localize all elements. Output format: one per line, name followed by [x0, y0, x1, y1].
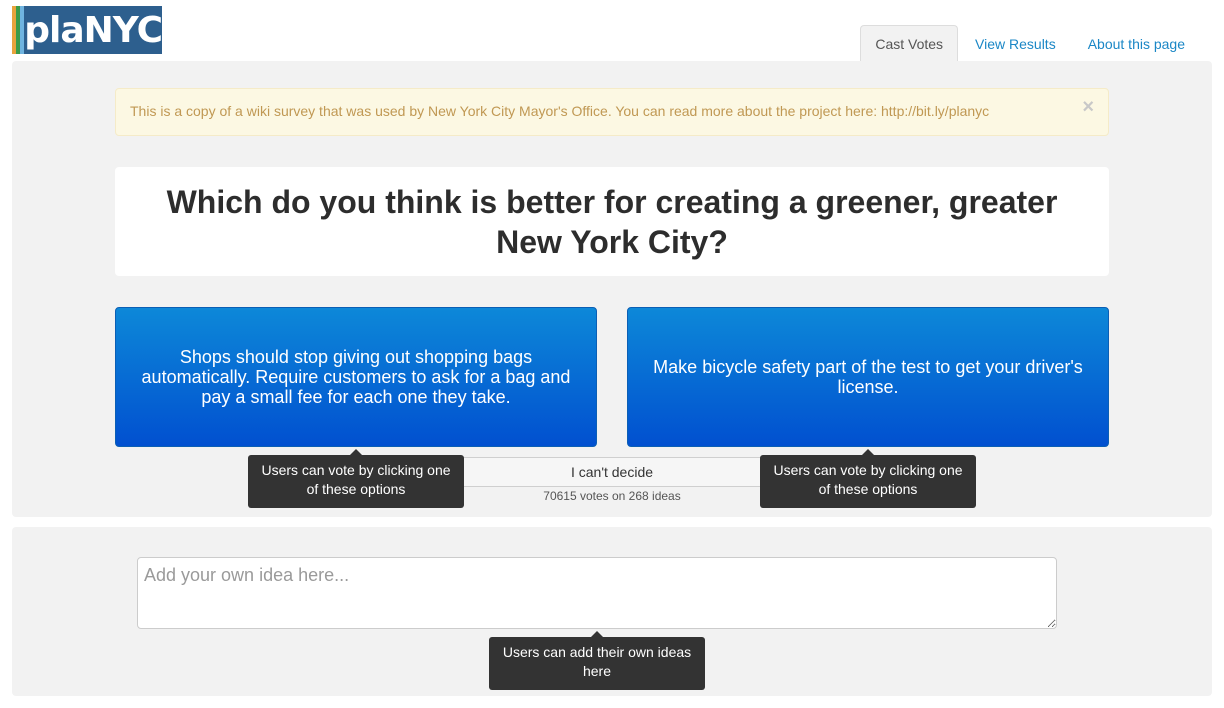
question-title: Which do you think is better for creatin… [166, 183, 1058, 260]
vote-tooltip-left: Users can vote by clicking one of these … [248, 449, 464, 508]
add-idea-panel: Users can add their own ideas here [12, 527, 1212, 696]
info-alert: This is a copy of a wiki survey that was… [115, 88, 1109, 136]
tab-view-results[interactable]: View Results [960, 25, 1071, 61]
logo-text-nyc: YC [112, 9, 162, 51]
cant-decide-button[interactable]: I can't decide [444, 457, 780, 487]
vote-tooltip-right: Users can vote by clicking one of these … [760, 449, 976, 508]
add-idea-tooltip: Users can add their own ideas here [489, 631, 705, 690]
question-box: Which do you think is better for creatin… [115, 167, 1109, 276]
logo-wordmark: plaN YC [24, 6, 162, 54]
nav-tabs: Cast Votes View Results About this page [858, 25, 1200, 61]
vote-stats: 70615 votes on 268 ideas [543, 489, 681, 503]
tab-cast-votes[interactable]: Cast Votes [860, 25, 959, 61]
choice-left-button[interactable]: Shops should stop giving out shopping ba… [115, 307, 597, 447]
logo-text-plan: plaN [24, 9, 114, 51]
planyc-logo[interactable]: plaN YC [12, 6, 162, 54]
choice-right-button[interactable]: Make bicycle safety part of the test to … [627, 307, 1109, 447]
vote-panel: This is a copy of a wiki survey that was… [12, 61, 1212, 517]
close-icon[interactable]: × [1082, 97, 1094, 117]
tab-about-page[interactable]: About this page [1073, 25, 1200, 61]
logo-stripes [12, 6, 25, 54]
add-idea-input[interactable] [137, 557, 1057, 629]
alert-message: This is a copy of a wiki survey that was… [130, 103, 990, 119]
